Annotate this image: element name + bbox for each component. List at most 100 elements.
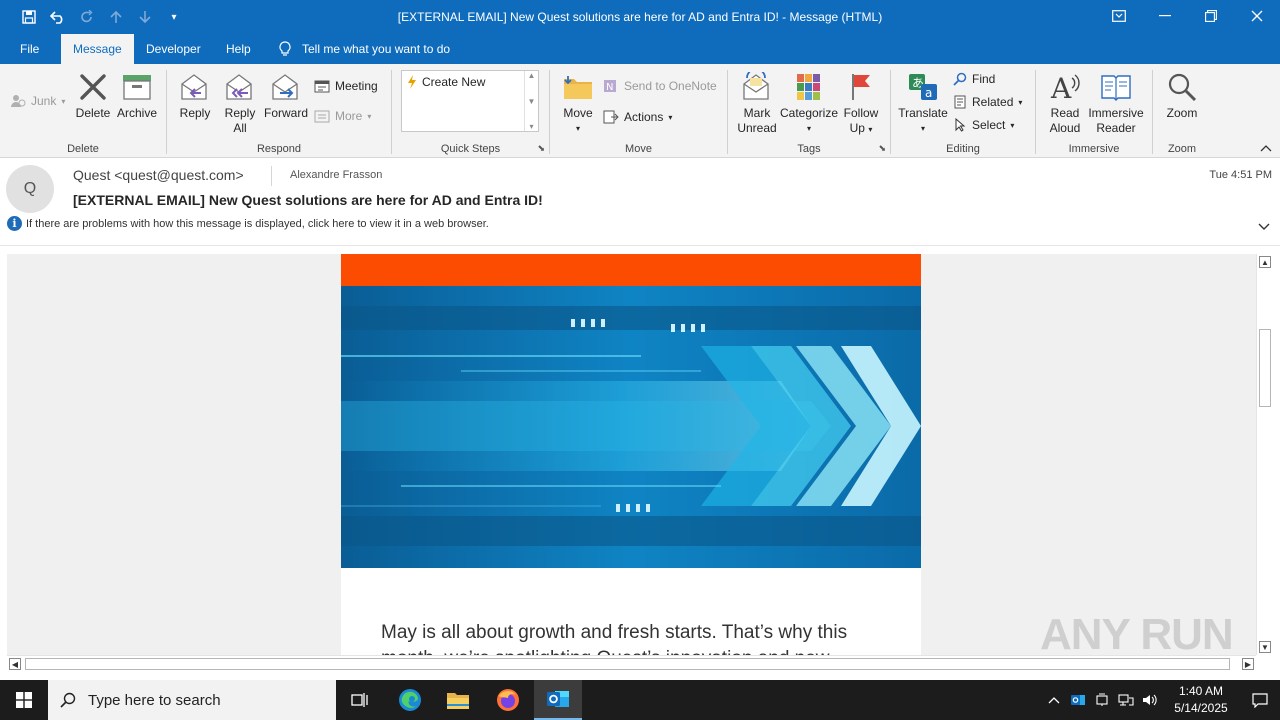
select-button[interactable]: Select ▾ [953, 118, 1014, 132]
info-icon: i [7, 216, 22, 231]
recipient[interactable]: Alexandre Frasson [290, 169, 382, 181]
quicksteps-launcher-icon[interactable]: ⬊ [537, 143, 545, 154]
send-to-onenote-button[interactable]: N Send to OneNote [603, 79, 717, 93]
immersive-group: A Read Aloud Immersive Reader Immersive [1036, 64, 1152, 158]
undo-icon[interactable] [49, 8, 67, 26]
edge-button[interactable] [386, 680, 434, 720]
editing-group: あa Translate ▾ Find Related ▾ Select ▾ E… [891, 64, 1035, 158]
ribbon-display-options-icon[interactable] [1096, 0, 1142, 32]
chevron-up-icon[interactable] [1042, 680, 1066, 720]
junk-button[interactable]: Junk ▾ [10, 94, 65, 108]
scroll-down-icon[interactable]: ▼ [1259, 641, 1271, 653]
forward-button[interactable]: Forward [263, 70, 309, 121]
delete-button[interactable]: Delete [74, 70, 112, 121]
more-respond-button[interactable]: More ▾ [314, 109, 371, 123]
customize-quick-access-icon[interactable]: ▾ [165, 8, 183, 26]
orange-header-bar [341, 254, 921, 286]
categorize-button[interactable]: Categorize ▾ [780, 70, 838, 136]
outlook-button[interactable] [534, 680, 582, 720]
hero-banner-image [341, 286, 921, 568]
email-content: May is all about growth and fresh starts… [341, 254, 921, 655]
follow-up-button[interactable]: Follow Up ▾ [840, 70, 882, 137]
forward-icon [269, 70, 303, 104]
reply-all-button[interactable]: Reply All [221, 70, 259, 136]
tell-me-search[interactable]: Tell me what you want to do [278, 41, 450, 57]
collapse-ribbon-icon[interactable] [1260, 143, 1272, 155]
scroll-right-icon[interactable]: ▶ [1242, 658, 1254, 670]
scroll-left-icon[interactable]: ◀ [9, 658, 21, 670]
sender[interactable]: Quest <quest@quest.com> [73, 167, 244, 183]
vertical-scrollbar[interactable]: ▲ ▼ [1256, 254, 1272, 655]
move-button[interactable]: Move ▾ [560, 70, 596, 136]
network-icon[interactable] [1114, 680, 1138, 720]
move-group-label: Move [625, 143, 652, 155]
ribbon-tabs: File Message Developer Help Tell me what… [0, 34, 1280, 64]
tab-help[interactable]: Help [214, 34, 263, 64]
previous-item-icon[interactable] [107, 8, 125, 26]
device-icon[interactable] [1090, 680, 1114, 720]
chevron-down-icon[interactable]: ▼ [528, 97, 536, 106]
file-explorer-button[interactable] [434, 680, 482, 720]
start-button[interactable] [0, 680, 48, 720]
tags-launcher-icon[interactable]: ⬊ [878, 143, 886, 154]
window-title: [EXTERNAL EMAIL] New Quest solutions are… [397, 10, 883, 24]
restore-icon[interactable] [1188, 0, 1234, 32]
taskbar-search[interactable]: Type here to search [48, 680, 336, 720]
quicksteps-scroll[interactable]: ▲ ▼ ▾ [524, 71, 538, 131]
chevron-down-icon: ▾ [1018, 97, 1023, 107]
expand-gallery-icon[interactable]: ▾ [529, 122, 533, 131]
translate-button[interactable]: あa Translate ▾ [898, 70, 948, 136]
notification-button[interactable] [1240, 680, 1280, 720]
tab-developer[interactable]: Developer [134, 34, 213, 64]
outlook-tray-icon[interactable] [1066, 680, 1090, 720]
zoom-label: Zoom [1166, 106, 1198, 120]
expand-header-icon[interactable] [1258, 218, 1270, 234]
onenote-icon: N [604, 80, 616, 93]
info-bar[interactable]: i If there are problems with how this me… [7, 216, 489, 231]
follow-up-label-line2: Up ▾ [849, 121, 873, 135]
zoom-button[interactable]: Zoom [1163, 70, 1201, 121]
svg-text:N: N [606, 82, 613, 93]
chevron-down-icon: ▾ [1010, 120, 1015, 130]
actions-button[interactable]: Actions ▾ [603, 110, 672, 124]
tab-file[interactable]: File [8, 34, 51, 64]
reply-button[interactable]: Reply [177, 70, 213, 121]
read-aloud-button[interactable]: A Read Aloud [1044, 70, 1086, 136]
taskbar: Type here to search 1:40 AM 5/14/2025 [0, 680, 1280, 720]
tab-message[interactable]: Message [61, 34, 134, 64]
windows-icon [16, 692, 32, 708]
immersive-reader-button[interactable]: Immersive Reader [1086, 70, 1146, 136]
chevron-down-icon: ▾ [367, 111, 372, 121]
system-tray: 1:40 AM 5/14/2025 [1042, 680, 1280, 720]
avatar[interactable]: Q [6, 165, 54, 213]
find-button[interactable]: Find [953, 72, 995, 86]
redo-icon[interactable] [78, 8, 96, 26]
delete-icon [76, 70, 110, 104]
vertical-scroll-thumb[interactable] [1259, 329, 1271, 407]
related-icon [954, 95, 966, 109]
zoom-group: Zoom Zoom [1153, 64, 1211, 158]
edge-icon [399, 689, 421, 711]
meeting-button[interactable]: Meeting [314, 79, 378, 93]
minimize-icon[interactable] [1142, 0, 1188, 32]
task-view-button[interactable] [336, 680, 384, 720]
move-folder-icon [561, 70, 595, 104]
chevron-down-icon: ▾ [668, 112, 673, 122]
next-item-icon[interactable] [136, 8, 154, 26]
save-icon[interactable] [20, 8, 38, 26]
archive-button[interactable]: Archive [115, 70, 159, 121]
create-new-quickstep[interactable]: Create New [407, 75, 485, 89]
close-icon[interactable] [1234, 0, 1280, 32]
scroll-up-icon[interactable]: ▲ [1259, 256, 1271, 268]
message-date: Tue 4:51 PM [1209, 169, 1272, 181]
delete-label: Delete [75, 106, 111, 120]
clock[interactable]: 1:40 AM 5/14/2025 [1162, 683, 1240, 717]
firefox-button[interactable] [484, 680, 532, 720]
related-button[interactable]: Related ▾ [953, 95, 1022, 109]
chevron-up-icon[interactable]: ▲ [528, 71, 536, 80]
mark-unread-label-line1: Mark [743, 106, 771, 120]
message-header: Q Quest <quest@quest.com> Alexandre Fras… [0, 158, 1280, 246]
volume-icon[interactable] [1138, 680, 1162, 720]
clock-date: 5/14/2025 [1174, 701, 1228, 715]
mark-unread-button[interactable]: Mark Unread [736, 70, 778, 136]
